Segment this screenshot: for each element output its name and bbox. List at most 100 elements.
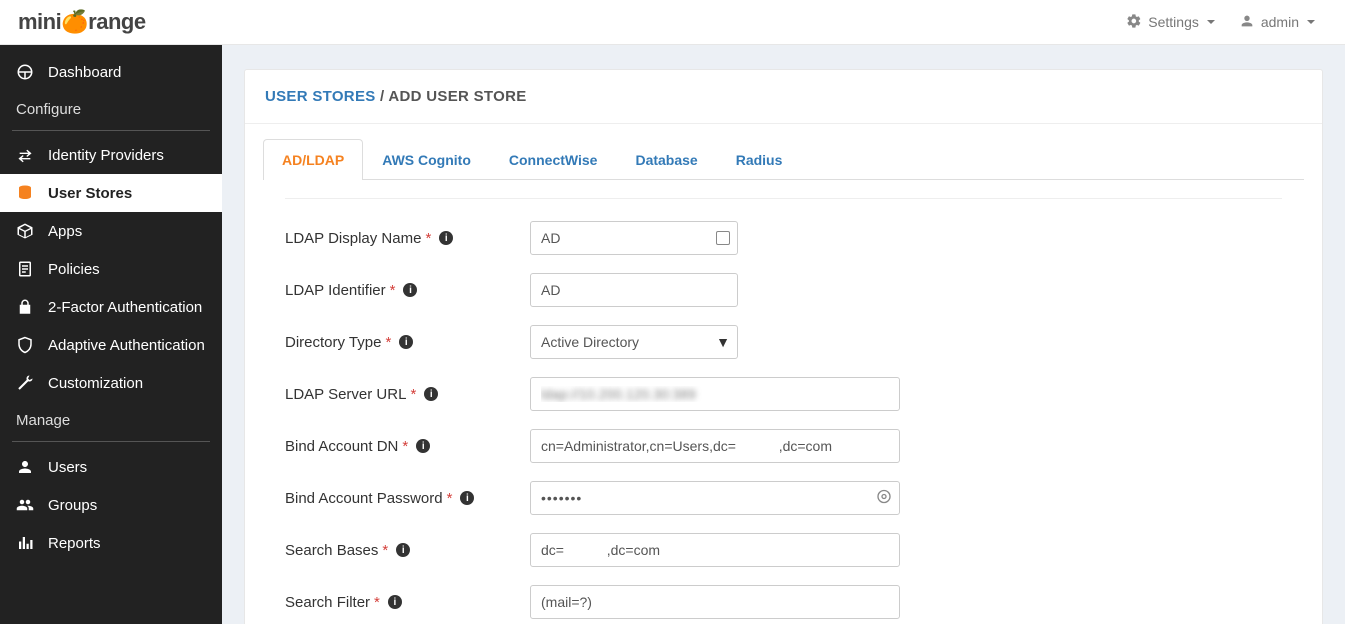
breadcrumb-link-user-stores[interactable]: USER STORES — [265, 88, 376, 105]
label-directory-type: Directory Type* i — [285, 334, 530, 351]
sidebar-item-two-factor[interactable]: 2-Factor Authentication — [0, 288, 222, 326]
autofill-icon — [716, 231, 730, 245]
breadcrumb-current: ADD USER STORE — [388, 88, 526, 105]
row-ldap-display-name: LDAP Display Name* i — [285, 221, 1282, 255]
sidebar-item-apps[interactable]: Apps — [0, 212, 222, 250]
exchange-icon — [16, 148, 34, 164]
required-mark: * — [425, 230, 431, 247]
label-ldap-server-url: LDAP Server URL*i — [285, 386, 530, 403]
sidebar-item-policies[interactable]: Policies — [0, 250, 222, 288]
reveal-password-icon[interactable] — [876, 489, 892, 508]
sidebar-item-label: Users — [48, 459, 87, 476]
gear-icon — [1126, 13, 1142, 32]
user-menu[interactable]: admin — [1227, 5, 1327, 40]
document-icon — [16, 260, 34, 278]
sidebar-item-customization[interactable]: Customization — [0, 364, 222, 402]
sidebar-item-user-stores[interactable]: User Stores — [0, 174, 222, 212]
sidebar-item-label: Policies — [48, 261, 100, 278]
info-icon[interactable]: i — [416, 439, 430, 453]
sidebar: Dashboard Configure Identity Providers U… — [0, 45, 222, 624]
tabs: AD/LDAP AWS Cognito ConnectWise Database… — [263, 138, 1304, 180]
label-text: Bind Account DN — [285, 438, 398, 455]
wrench-icon — [16, 374, 34, 392]
label-text: LDAP Display Name — [285, 230, 421, 247]
tab-radius[interactable]: Radius — [717, 139, 802, 180]
row-bind-dn: Bind Account DN* i — [285, 429, 1282, 463]
main-panel: USER STORES / ADD USER STORE AD/LDAP AWS… — [244, 69, 1323, 624]
user-icon — [1239, 13, 1255, 32]
input-ldap-display-name[interactable] — [530, 221, 738, 255]
info-icon[interactable]: i — [396, 543, 410, 557]
sidebar-item-adaptive-auth[interactable]: Adaptive Authentication — [0, 326, 222, 364]
input-bind-dn[interactable] — [530, 429, 900, 463]
ldap-form: LDAP Display Name* i LDAP Identifier* i — [263, 199, 1304, 624]
sidebar-item-label: Customization — [48, 375, 143, 392]
tab-ad-ldap[interactable]: AD/LDAP — [263, 139, 363, 180]
sidebar-item-label: Reports — [48, 535, 101, 552]
label-bind-dn: Bind Account DN* i — [285, 438, 530, 455]
info-icon[interactable]: i — [399, 335, 413, 349]
row-ldap-server-url: LDAP Server URL*i — [285, 377, 1282, 411]
settings-menu[interactable]: Settings — [1114, 5, 1227, 40]
tab-aws-cognito[interactable]: AWS Cognito — [363, 139, 490, 180]
user-label: admin — [1261, 14, 1299, 30]
user-icon — [16, 458, 34, 476]
required-mark: * — [410, 386, 416, 403]
label-bind-password: Bind Account Password* i — [285, 490, 530, 507]
label-text: Directory Type — [285, 334, 381, 351]
select-directory-type[interactable]: Active Directory — [530, 325, 738, 359]
row-search-bases: Search Bases* i — [285, 533, 1282, 567]
row-ldap-identifier: LDAP Identifier* i — [285, 273, 1282, 307]
input-ldap-server-url[interactable] — [530, 377, 900, 411]
sidebar-heading-configure: Configure — [0, 91, 222, 128]
input-bind-password[interactable] — [530, 481, 900, 515]
required-mark: * — [385, 334, 391, 351]
sidebar-item-label: Groups — [48, 497, 97, 514]
sidebar-item-dashboard[interactable]: Dashboard — [0, 53, 222, 91]
sidebar-item-identity-providers[interactable]: Identity Providers — [0, 137, 222, 174]
content-area: USER STORES / ADD USER STORE AD/LDAP AWS… — [222, 45, 1345, 624]
sidebar-item-label: Adaptive Authentication — [48, 337, 205, 354]
info-icon[interactable]: i — [403, 283, 417, 297]
label-text: Bind Account Password — [285, 490, 443, 507]
divider — [12, 441, 210, 442]
input-search-filter[interactable] — [530, 585, 900, 619]
info-icon[interactable]: i — [424, 387, 438, 401]
sidebar-item-label: User Stores — [48, 185, 132, 202]
info-icon[interactable]: i — [439, 231, 453, 245]
settings-label: Settings — [1148, 14, 1199, 30]
sidebar-item-label: Apps — [48, 223, 82, 240]
required-mark: * — [390, 282, 396, 299]
row-bind-password: Bind Account Password* i — [285, 481, 1282, 515]
breadcrumb-sep: / — [376, 88, 389, 105]
sidebar-item-users[interactable]: Users — [0, 448, 222, 486]
info-icon[interactable]: i — [460, 491, 474, 505]
tab-connectwise[interactable]: ConnectWise — [490, 139, 617, 180]
sidebar-item-reports[interactable]: Reports — [0, 524, 222, 562]
label-search-bases: Search Bases* i — [285, 542, 530, 559]
divider — [12, 130, 210, 131]
shield-icon — [16, 336, 34, 354]
required-mark: * — [374, 594, 380, 611]
sidebar-item-label: Identity Providers — [48, 147, 164, 164]
label-ldap-identifier: LDAP Identifier* i — [285, 282, 530, 299]
top-header: mini🍊range Settings admin — [0, 0, 1345, 45]
users-icon — [16, 496, 34, 514]
caret-down-icon — [1307, 20, 1315, 24]
required-mark: * — [382, 542, 388, 559]
info-icon[interactable]: i — [388, 595, 402, 609]
sidebar-item-label: 2-Factor Authentication — [48, 299, 202, 316]
required-mark: * — [447, 490, 453, 507]
sidebar-item-label: Dashboard — [48, 64, 121, 81]
input-ldap-identifier[interactable] — [530, 273, 738, 307]
row-search-filter: Search Filter* i — [285, 585, 1282, 619]
sidebar-item-groups[interactable]: Groups — [0, 486, 222, 524]
input-search-bases[interactable] — [530, 533, 900, 567]
logo: mini🍊range — [18, 9, 146, 35]
panel-header: USER STORES / ADD USER STORE — [245, 70, 1322, 124]
label-search-filter: Search Filter* i — [285, 594, 530, 611]
label-text: Search Filter — [285, 594, 370, 611]
tab-database[interactable]: Database — [616, 139, 716, 180]
label-text: Search Bases — [285, 542, 378, 559]
lock-icon — [16, 298, 34, 316]
